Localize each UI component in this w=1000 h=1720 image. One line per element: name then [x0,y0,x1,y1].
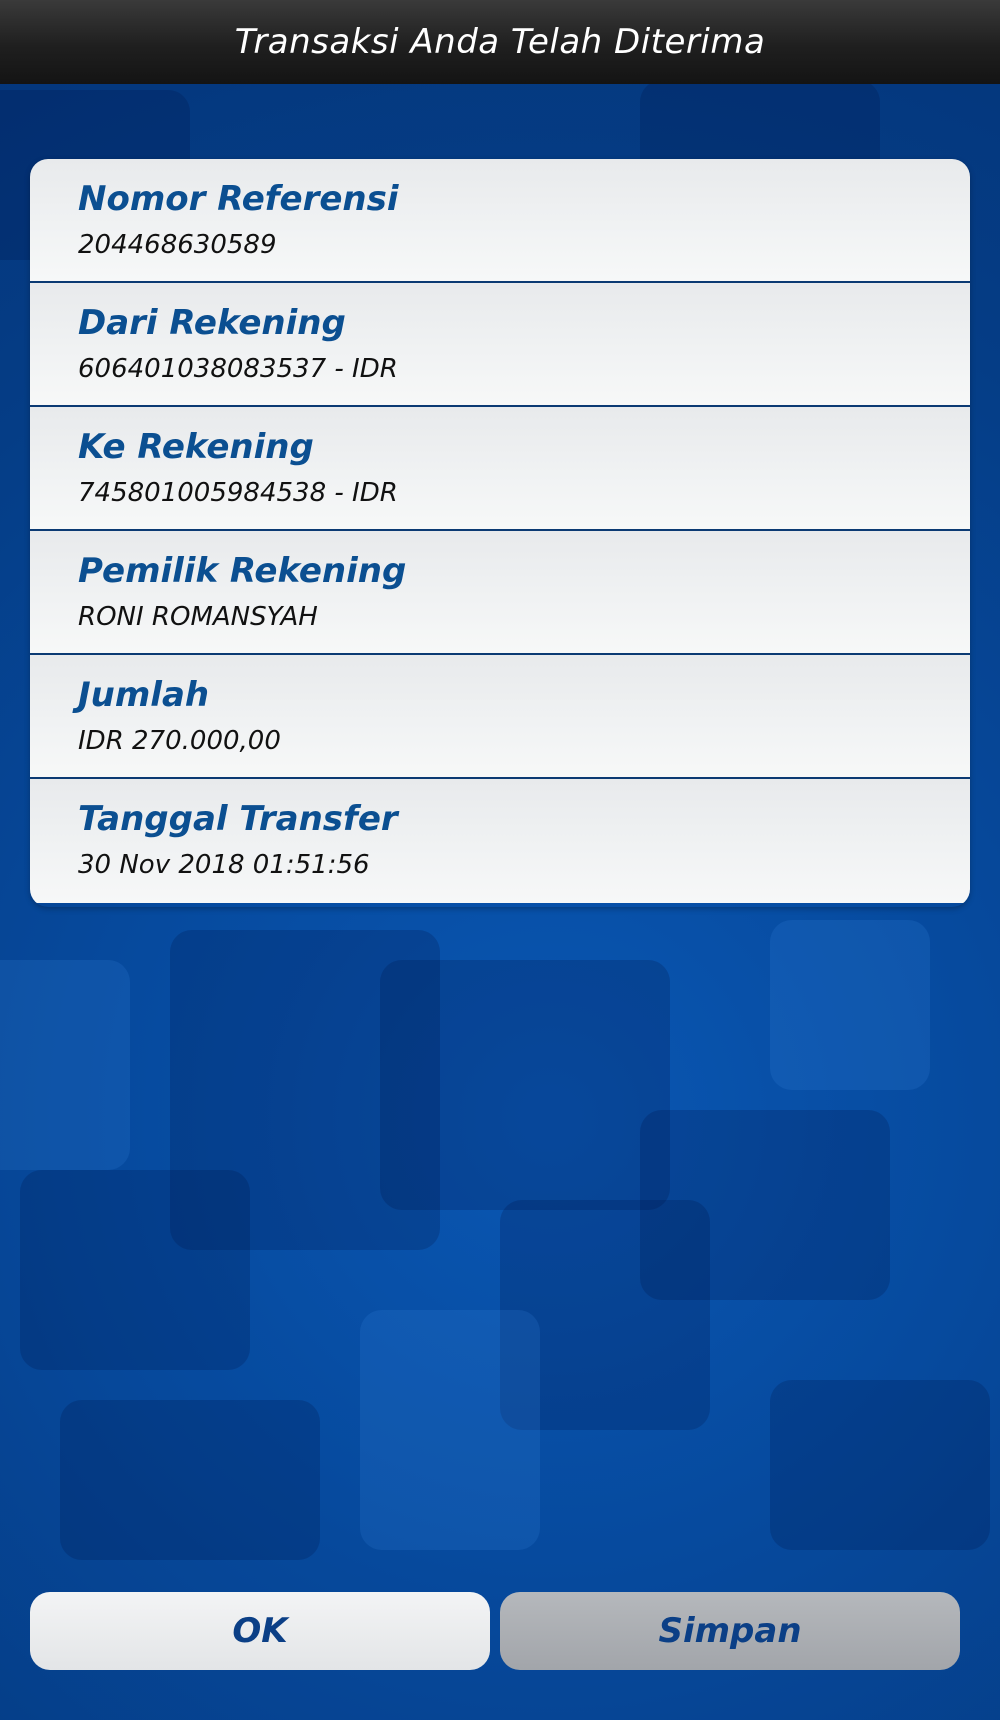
save-button-label: Simpan [658,1611,802,1651]
background-tile [360,1310,540,1550]
background-tile [20,1170,250,1370]
detail-value: IDR 270.000,00 [78,726,281,756]
title-bar: Transaksi Anda Telah Diterima [0,0,1000,84]
detail-label: Tanggal Transfer [78,799,398,839]
background-tile [380,960,670,1210]
background-tile [60,1400,320,1560]
detail-value: RONI ROMANSYAH [78,602,318,632]
detail-label: Nomor Referensi [78,179,399,219]
detail-label: Ke Rekening [78,427,314,467]
detail-value: 745801005984538 - IDR [78,478,398,508]
detail-row-reference-number: Nomor Referensi 204468630589 [30,159,970,283]
save-button[interactable]: Simpan [500,1592,960,1670]
detail-label: Pemilik Rekening [78,551,407,591]
background-tile [770,1380,990,1550]
detail-value: 30 Nov 2018 01:51:56 [78,850,370,880]
detail-label: Jumlah [78,675,210,715]
background-tile [0,960,130,1170]
ok-button-label: OK [232,1611,288,1651]
background-tile [770,920,930,1090]
ok-button[interactable]: OK [30,1592,490,1670]
detail-row-amount: Jumlah IDR 270.000,00 [30,655,970,779]
transaction-details-card: Nomor Referensi 204468630589 Dari Rekeni… [30,159,970,907]
background-tile [640,1110,890,1300]
detail-label: Dari Rekening [78,303,346,343]
detail-row-to-account: Ke Rekening 745801005984538 - IDR [30,407,970,531]
page-title: Transaksi Anda Telah Diterima [234,22,766,62]
detail-value: 204468630589 [78,230,277,260]
detail-row-transfer-date: Tanggal Transfer 30 Nov 2018 01:51:56 [30,779,970,903]
detail-row-account-owner: Pemilik Rekening RONI ROMANSYAH [30,531,970,655]
detail-value: 606401038083537 - IDR [78,354,398,384]
detail-row-from-account: Dari Rekening 606401038083537 - IDR [30,283,970,407]
